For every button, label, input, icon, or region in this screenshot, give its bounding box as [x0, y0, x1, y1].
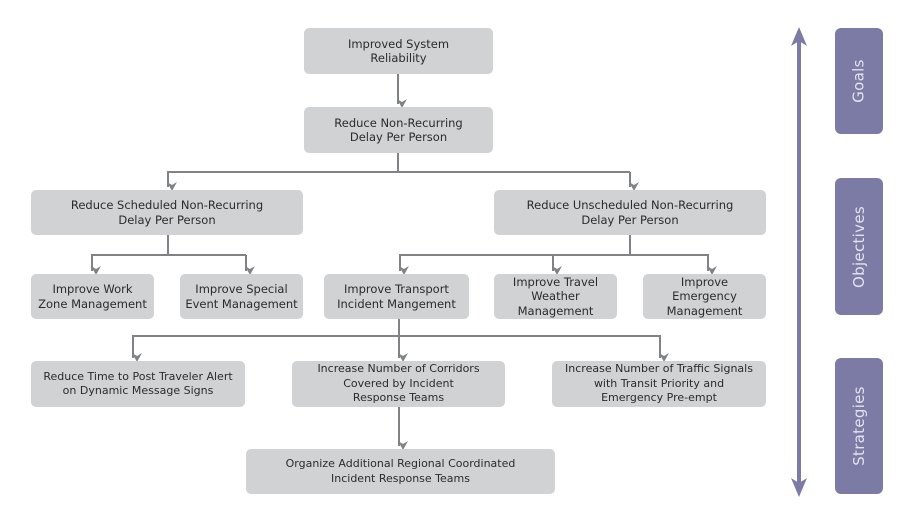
- node-corridors-incident-response: Increase Number of Corridors Covered by …: [292, 361, 505, 407]
- tier-strategies-label: Strategies: [850, 386, 869, 466]
- tier-objectives: Objectives: [835, 178, 883, 315]
- node-traveler-alert: Reduce Time to Post Traveler Alert on Dy…: [31, 361, 245, 407]
- node-reduce-unscheduled-delay: Reduce Unscheduled Non-Recurring Delay P…: [494, 190, 766, 235]
- tier-goals: Goals: [835, 28, 883, 134]
- node-improved-system-reliability: Improved System Reliability: [304, 28, 493, 74]
- tier-objectives-label: Objectives: [850, 205, 869, 288]
- node-work-zone-management: Improve Work Zone Management: [31, 274, 154, 319]
- node-reduce-scheduled-delay: Reduce Scheduled Non-Recurring Delay Per…: [31, 190, 303, 235]
- node-special-event-management: Improve Special Event Management: [180, 274, 303, 319]
- connectors: [91, 27, 807, 497]
- node-emergency-management: Improve Emergency Management: [643, 274, 766, 319]
- node-regional-response-teams: Organize Additional Regional Coordinated…: [246, 449, 555, 494]
- node-traffic-signals-priority: Increase Number of Traffic Signals with …: [552, 361, 766, 407]
- node-transport-incident-management: Improve Transport Incident Mangement: [324, 274, 469, 319]
- node-reduce-non-recurring-delay: Reduce Non-Recurring Delay Per Person: [304, 107, 493, 153]
- tier-goals-label: Goals: [849, 59, 868, 103]
- tier-strategies: Strategies: [835, 358, 883, 494]
- node-travel-weather-management: Improve Travel Weather Management: [494, 274, 617, 319]
